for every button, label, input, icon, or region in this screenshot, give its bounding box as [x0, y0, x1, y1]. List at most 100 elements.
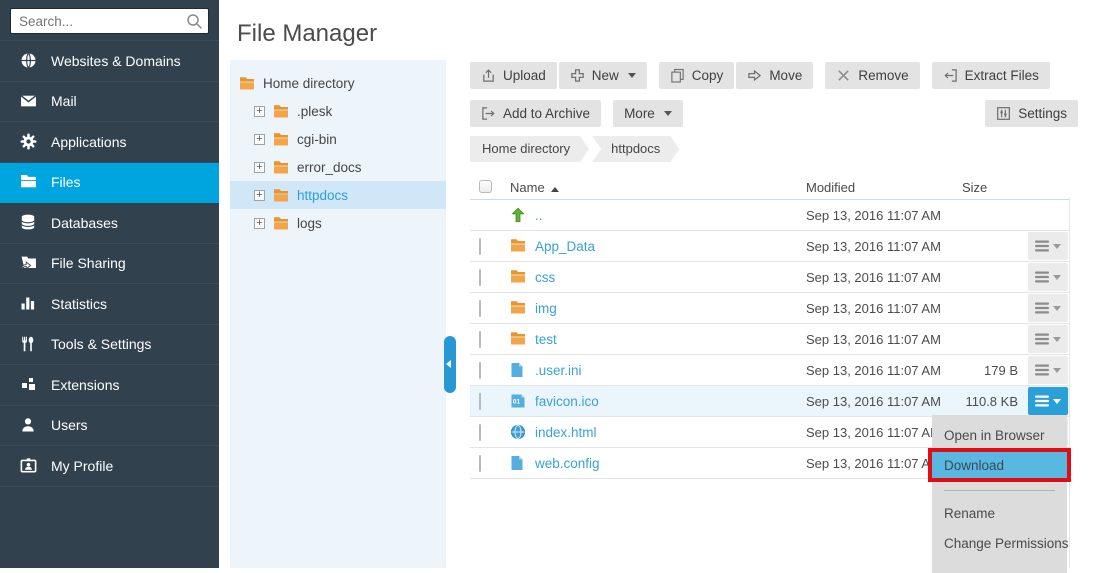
expand-icon[interactable]: +: [254, 162, 265, 173]
sidebar-item-databases[interactable]: Databases: [0, 203, 219, 244]
sidebar-item-label: Tools & Settings: [51, 336, 151, 352]
row-checkbox[interactable]: [479, 424, 481, 441]
tree-item-label: httpdocs: [297, 188, 348, 203]
file-link[interactable]: test: [535, 332, 557, 347]
page-title: File Manager: [237, 20, 377, 48]
file-link[interactable]: App_Data: [535, 239, 595, 254]
row-menu-button[interactable]: [1028, 263, 1068, 291]
breadcrumb-item-httpdocs[interactable]: httpdocs: [592, 136, 679, 162]
sidebar-item-extensions[interactable]: Extensions: [0, 365, 219, 406]
sidebar-item-my-profile[interactable]: My Profile: [0, 446, 219, 487]
row-checkbox[interactable]: [479, 300, 481, 317]
row-checkbox-cell: [470, 394, 510, 409]
copy-button[interactable]: Copy: [659, 62, 735, 89]
file-sharing-icon: [20, 255, 38, 272]
sidebar-item-applications[interactable]: Applications: [0, 122, 219, 163]
expand-icon[interactable]: +: [254, 218, 265, 229]
file-icon: [510, 455, 526, 471]
upload-button[interactable]: Upload: [470, 62, 557, 89]
tree-item-plesk[interactable]: + .plesk: [230, 97, 446, 125]
folder-icon: [273, 160, 289, 174]
select-all-checkbox[interactable]: [479, 180, 492, 193]
sidebar-item-label: Mail: [51, 93, 77, 109]
tree-item-label: .plesk: [297, 104, 332, 119]
row-modified: Sep 13, 2016 11:07 AM: [806, 301, 962, 316]
row-checkbox-cell: [470, 239, 510, 254]
chevron-down-icon: [664, 111, 672, 116]
row-menu-cell: [1028, 387, 1069, 415]
menu-item-change-permissions[interactable]: Change Permissions: [932, 529, 1067, 559]
row-menu-button[interactable]: [1028, 294, 1068, 322]
extract-files-button[interactable]: Extract Files: [932, 62, 1050, 89]
sidebar-item-files[interactable]: Files: [0, 163, 219, 204]
sidebar-item-label: Files: [51, 174, 81, 190]
file-link[interactable]: web.config: [535, 456, 600, 471]
tree-item-cgi-bin[interactable]: + cgi-bin: [230, 125, 446, 153]
row-checkbox[interactable]: [479, 238, 481, 255]
row-menu-button[interactable]: [1028, 387, 1068, 415]
row-menu-button[interactable]: [1028, 232, 1068, 260]
breadcrumb-item-home-directory[interactable]: Home directory: [470, 136, 589, 162]
tree-item-error-docs[interactable]: + error_docs: [230, 153, 446, 181]
menu-item-rename[interactable]: Rename: [932, 499, 1067, 529]
expand-icon[interactable]: +: [254, 134, 265, 145]
sidebar-item-websites-domains[interactable]: Websites & Domains: [0, 41, 219, 82]
column-header-size[interactable]: Size: [962, 180, 1028, 195]
sidebar-item-label: Users: [51, 417, 88, 433]
extensions-icon: [20, 376, 38, 393]
tree-item-label: cgi-bin: [297, 132, 337, 147]
sidebar-item-tools-settings[interactable]: Tools & Settings: [0, 325, 219, 366]
table-row: img Sep 13, 2016 11:07 AM: [470, 293, 1069, 324]
remove-button[interactable]: Remove: [825, 62, 919, 89]
row-checkbox[interactable]: [479, 455, 481, 472]
tree-collapse-handle[interactable]: [444, 336, 456, 393]
search-icon[interactable]: [186, 13, 203, 30]
sidebar-item-label: My Profile: [51, 458, 113, 474]
row-menu-button[interactable]: [1028, 356, 1068, 384]
sidebar-item-label: Websites & Domains: [51, 53, 181, 69]
move-icon: [747, 68, 762, 83]
file-link[interactable]: css: [535, 270, 555, 285]
button-label: Add to Archive: [503, 106, 590, 121]
move-button[interactable]: Move: [736, 62, 813, 89]
row-name-cell: ..: [510, 207, 806, 223]
file-link[interactable]: index.html: [535, 425, 597, 440]
menu-item-open-in-browser[interactable]: Open in Browser: [932, 421, 1067, 451]
expand-icon[interactable]: +: [254, 190, 265, 201]
add-to-archive-button[interactable]: Add to Archive: [470, 100, 601, 127]
sidebar-item-mail[interactable]: Mail: [0, 82, 219, 123]
directory-tree: Home directory + .plesk + cgi-bin + error_doc…: [230, 60, 446, 568]
tree-item-home-directory[interactable]: Home directory: [230, 69, 446, 97]
upload-icon: [481, 68, 496, 83]
new-button[interactable]: New: [559, 62, 647, 89]
sidebar-item-file-sharing[interactable]: File Sharing: [0, 244, 219, 285]
row-menu-button[interactable]: [1028, 325, 1068, 353]
tree-item-httpdocs[interactable]: + httpdocs: [230, 181, 446, 209]
sidebar-item-users[interactable]: Users: [0, 406, 219, 447]
expand-icon[interactable]: +: [254, 106, 265, 117]
settings-button[interactable]: Settings: [985, 100, 1078, 127]
search-input[interactable]: [10, 8, 209, 34]
tree-item-label: error_docs: [297, 160, 362, 175]
row-checkbox[interactable]: [479, 362, 481, 379]
row-checkbox[interactable]: [479, 331, 481, 348]
column-header-modified[interactable]: Modified: [806, 180, 962, 195]
sidebar-item-statistics[interactable]: Statistics: [0, 284, 219, 325]
file-link[interactable]: img: [535, 301, 557, 316]
column-header-name[interactable]: Name: [510, 180, 806, 195]
tree-item-logs[interactable]: +logs: [230, 209, 446, 237]
row-modified: Sep 13, 2016 11:07 AM: [806, 363, 962, 378]
button-label: Remove: [858, 68, 908, 83]
profile-icon: [20, 457, 38, 474]
file-link[interactable]: favicon.ico: [535, 394, 599, 409]
row-name-cell: index.html: [510, 424, 806, 440]
more-button[interactable]: More: [613, 100, 683, 127]
content-right-border: [1069, 197, 1070, 568]
row-checkbox-cell: [470, 332, 510, 347]
row-checkbox[interactable]: [479, 393, 481, 410]
table-row: App_DataSep 13, 2016 11:07 AM: [470, 231, 1069, 262]
file-link[interactable]: .user.ini: [535, 363, 582, 378]
row-checkbox[interactable]: [479, 269, 481, 286]
menu-item-download[interactable]: Download: [932, 451, 1067, 481]
file-link[interactable]: ..: [535, 208, 543, 223]
